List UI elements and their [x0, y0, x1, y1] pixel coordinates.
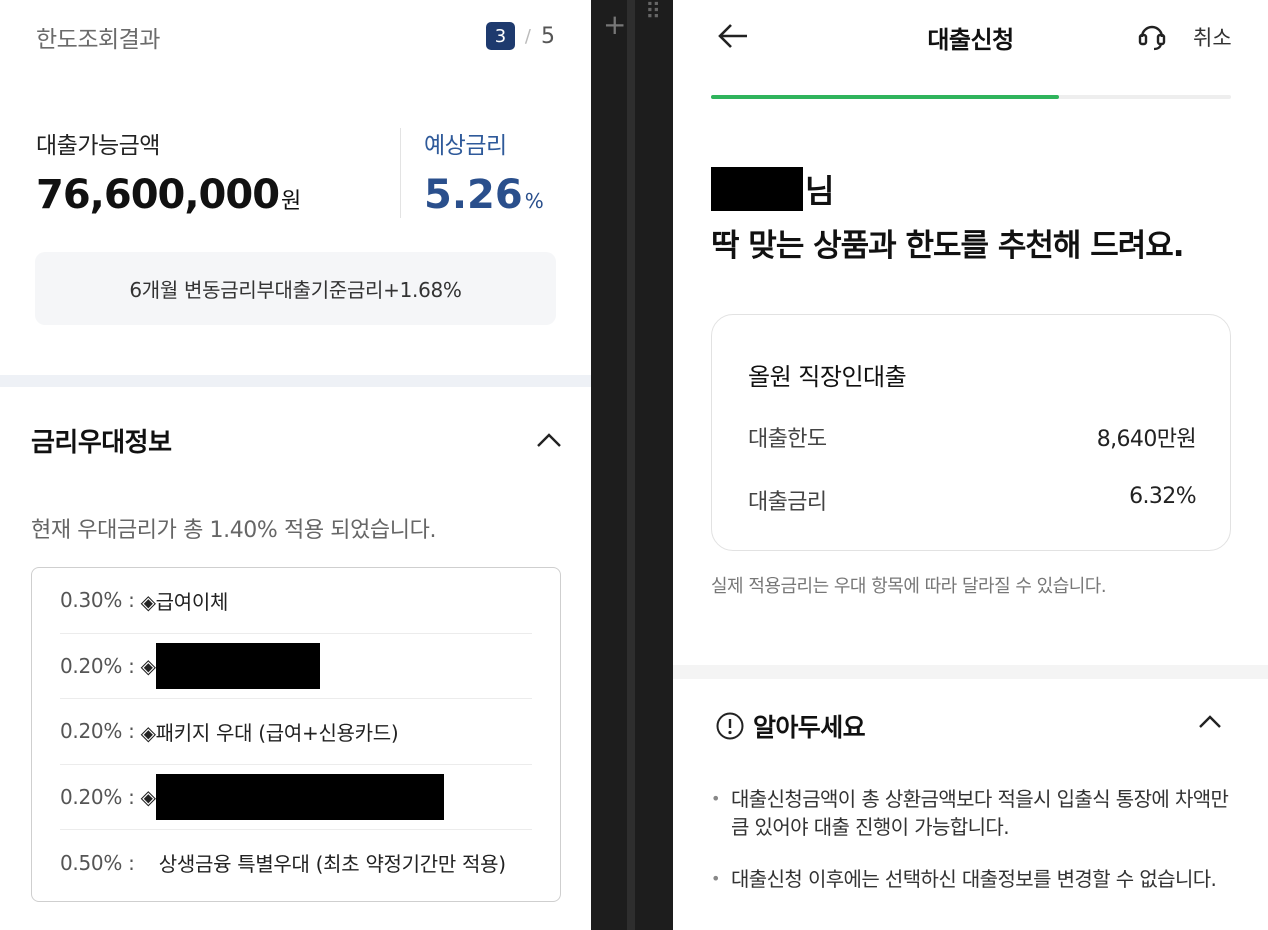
- preference-rate: 0.20% :: [60, 719, 141, 744]
- redacted-block: [155, 642, 320, 689]
- preference-rate: 0.20% :: [60, 784, 141, 809]
- expected-rate-label: 예상금리: [424, 133, 507, 159]
- chevron-up-icon[interactable]: [1198, 712, 1222, 730]
- notice-section-title: 알아두세요: [753, 713, 866, 742]
- resize-handle[interactable]: [627, 0, 635, 930]
- divider: [400, 128, 401, 218]
- greeting-suffix: 님: [805, 172, 835, 210]
- progress-bar: [711, 95, 1231, 99]
- list-item: 0.20% : ◈: [60, 634, 532, 699]
- loan-limit-row: 대출한도 8,640만원: [748, 421, 1197, 453]
- info-circle-icon: [716, 712, 744, 740]
- preference-name: ◈: [140, 784, 156, 809]
- page-title: 한도조회결과: [36, 27, 160, 53]
- preference-section-title: 금리우대정보: [31, 428, 172, 458]
- headset-icon[interactable]: [1136, 20, 1168, 52]
- preference-name: ◈패키지 우대 (급여+신용카드): [140, 720, 399, 745]
- section-divider: [673, 665, 1268, 679]
- product-name: 올원 직장인대출: [748, 363, 907, 391]
- loan-amount-unit: 원: [281, 189, 301, 214]
- chevron-up-icon[interactable]: [536, 430, 562, 450]
- loan-application-panel: 대출신청 취소 님 딱 맞는 상품과 한도를 추천해 드려요. 올원 직장인대출…: [673, 0, 1268, 930]
- loan-rate-label: 대출금리: [748, 490, 827, 515]
- list-item: 0.30% : ◈급여이체: [60, 568, 532, 634]
- loan-limit-label: 대출한도: [748, 427, 827, 452]
- plus-icon[interactable]: +: [603, 8, 626, 41]
- notice-list: 대출신청금액이 총 상환금액보다 적을시 입출식 통장에 차액만큼 있어야 대출…: [711, 785, 1241, 917]
- expected-rate: 5.26%: [424, 172, 544, 218]
- loan-rate-value: 6.32%: [1129, 484, 1196, 509]
- preference-name: 상생금융 특별우대 (최초 약정기간만 적용): [158, 852, 506, 877]
- greeting-message: 딱 맞는 상품과 한도를 추천해 드려요.: [711, 228, 1185, 264]
- loan-limit-value: 8,640만원: [1096, 427, 1197, 452]
- greeting-name: 님: [711, 166, 834, 212]
- preference-rate: 0.20% :: [60, 653, 141, 678]
- redacted-block: [155, 773, 444, 820]
- drag-handle-icon[interactable]: ⠿: [645, 2, 664, 24]
- loan-amount-label: 대출가능금액: [36, 133, 160, 159]
- preference-rate: 0.30% :: [60, 588, 141, 613]
- window-divider: + ⠿: [591, 0, 673, 930]
- list-item: 0.20% : ◈패키지 우대 (급여+신용카드): [60, 699, 532, 765]
- notice-section-header[interactable]: 알아두세요: [715, 708, 866, 744]
- list-item: 0.50% : 상생금융 특별우대 (최초 약정기간만 적용): [60, 830, 532, 896]
- pager-separator: /: [524, 25, 531, 47]
- page-title: 대출신청: [927, 26, 1014, 54]
- list-item: 대출신청금액이 총 상환금액보다 적을시 입출식 통장에 차액만큼 있어야 대출…: [711, 785, 1241, 841]
- loan-rate-row: 대출금리 6.32%: [748, 484, 1197, 516]
- expected-rate-unit: %: [524, 189, 544, 213]
- applied-preference-text: 현재 우대금리가 총 1.40% 적용 되었습니다.: [31, 518, 437, 543]
- section-divider: [0, 375, 591, 387]
- list-item: 0.20% : ◈: [60, 765, 532, 830]
- pager-current: 3: [485, 22, 515, 50]
- pager-total: 5: [541, 23, 555, 49]
- preference-name: ◈급여이체: [140, 589, 229, 614]
- redacted-name: [711, 167, 803, 211]
- preference-rate: 0.50% :: [60, 850, 159, 875]
- product-card[interactable]: 올원 직장인대출 대출한도 8,640만원 대출금리 6.32%: [711, 314, 1231, 551]
- loan-amount: 76,600,000원: [36, 172, 301, 218]
- limit-result-panel: 한도조회결과 3 / 5 대출가능금액 76,600,000원 예상금리 5.2…: [0, 0, 591, 930]
- preference-list: 0.30% : ◈급여이체 0.20% : ◈ 0.20% : ◈패키지 우대 …: [31, 567, 561, 902]
- expected-rate-value: 5.26: [424, 172, 523, 218]
- cancel-button[interactable]: 취소: [1193, 22, 1232, 52]
- step-pager: 3 / 5: [485, 22, 555, 50]
- rate-notice: 실제 적용금리는 우대 항목에 따라 달라질 수 있습니다.: [711, 576, 1107, 597]
- preference-name: ◈: [140, 653, 156, 678]
- progress-fill: [711, 95, 1060, 99]
- list-item: 대출신청 이후에는 선택하신 대출정보를 변경할 수 없습니다.: [711, 865, 1241, 893]
- loan-amount-value: 76,600,000: [36, 172, 280, 218]
- rate-basis-box: 6개월 변동금리부대출기준금리+1.68%: [35, 252, 556, 325]
